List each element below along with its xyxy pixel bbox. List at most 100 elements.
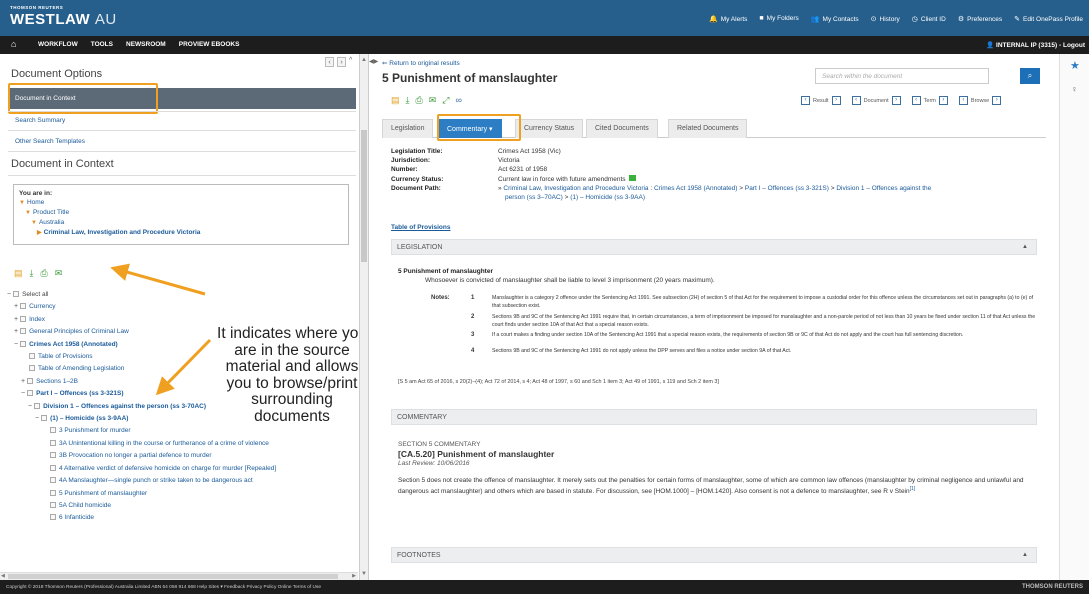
meta-value: Current law in force with future amendme… xyxy=(498,174,636,184)
user-label: INTERNAL IP (3315) - Logout xyxy=(996,42,1085,49)
doc-path-link[interactable]: Part I – Offences (ss 3-321S) xyxy=(745,185,829,192)
collapse-panel-icon[interactable]: ◀▶ xyxy=(369,58,378,65)
doc-path-link[interactable]: (1) – Homicide (ss 3-9AA) xyxy=(570,194,645,201)
thomson-reuters-label: THOMSON REUTERS xyxy=(10,5,64,10)
note-number: 4 xyxy=(471,348,475,354)
main-nav: ⌂ WORKFLOW TOOLS NEWSROOM PROVIEW EBOOKS 👤 … xyxy=(0,36,1089,54)
scroll-left-icon[interactable]: ◀ xyxy=(1,573,5,579)
document-view: ◀▶ ⇐ Return to original results 5 Punish… xyxy=(369,54,1059,580)
next-document-icon[interactable]: › xyxy=(891,96,901,105)
search-button[interactable]: ⌕ xyxy=(1020,68,1040,84)
meta-key: Legislation Title: xyxy=(391,148,443,155)
last-review: Last Review: 10/06/2016 xyxy=(398,460,470,467)
footnote-ref[interactable]: [1] xyxy=(910,486,916,492)
doc-path-link[interactable]: Division 1 – Offences against the xyxy=(836,185,931,192)
next-term-icon[interactable]: › xyxy=(938,96,948,105)
green-flag-icon xyxy=(628,174,636,181)
arrow-to-toolbar xyxy=(110,263,206,296)
collapse-caret-icon[interactable]: ▲ xyxy=(1022,552,1028,558)
scroll-up-arrow-icon[interactable]: ▲ xyxy=(361,57,367,63)
scroll-right-icon[interactable]: ▶ xyxy=(352,573,356,579)
westlaw-logo[interactable]: WESTLAW AU xyxy=(10,11,117,28)
doc-path-link[interactable]: Crimes Act 1958 (Annotated) xyxy=(654,185,737,192)
commentary-heading: [CA.5.20] Punishment of manslaughter xyxy=(398,448,555,459)
edit-icon: ✎ xyxy=(1014,16,1021,23)
history-icon: ⊙ xyxy=(870,16,877,23)
document-pager: ‹ Result › ‹ Document › ‹ Term › ‹ Brows… xyxy=(801,96,1002,105)
tab-cited-documents[interactable]: Cited Documents xyxy=(586,119,658,138)
meta-key: Number: xyxy=(391,166,418,174)
prev-document-icon[interactable]: ‹ xyxy=(851,96,861,105)
scroll-down-arrow-icon[interactable]: ▼ xyxy=(361,571,367,577)
right-rail: ★ ♀ xyxy=(1059,54,1089,580)
prev-browse-icon[interactable]: ‹ xyxy=(958,96,968,105)
prev-term-icon[interactable]: ‹ xyxy=(911,96,921,105)
top-header: THOMSON REUTERS WESTLAW AU 🔔 My Alerts ■ My… xyxy=(0,0,1089,36)
commentary-paragraph: Section 5 does not create the offence of… xyxy=(398,476,1024,496)
left-panel-scrollbar[interactable]: ▲ ▼ xyxy=(360,54,369,580)
fullscreen-icon[interactable]: ⤢ xyxy=(442,95,449,106)
header-link-history[interactable]: ⊙ History xyxy=(871,15,900,23)
note-number: 3 xyxy=(471,332,475,338)
annotation-arrows xyxy=(110,263,212,396)
annotation-text: It indicates where you are in the source… xyxy=(217,325,360,425)
note-text: If a court makes a finding under section… xyxy=(492,332,964,338)
browse-label: Browse xyxy=(970,97,990,104)
doc-path-link[interactable]: Criminal Law, Investigation and Procedur… xyxy=(503,185,648,192)
tab-currency-status[interactable]: Currency Status xyxy=(515,119,584,138)
header-link-preferences[interactable]: ⚙ Preferences xyxy=(958,15,1002,23)
table-of-provisions-link[interactable]: Table of Provisions xyxy=(391,224,450,231)
notes-label: Notes: xyxy=(431,295,450,301)
collapse-caret-icon[interactable]: ▲ xyxy=(1022,244,1028,250)
meta-value: Act 6231 of 1958 xyxy=(498,166,548,174)
bell-icon: 🔔 xyxy=(708,16,718,23)
nav-item-tools[interactable]: TOOLS xyxy=(91,41,113,48)
doc-path-link[interactable]: person (ss 3–70AC) xyxy=(505,194,563,201)
commentary-section-header[interactable]: COMMENTARY xyxy=(391,409,1037,425)
next-result-icon[interactable]: › xyxy=(831,96,841,105)
header-link-my-folders[interactable]: ■ My Folders xyxy=(759,15,798,23)
lightbulb-icon[interactable]: ♀ xyxy=(1071,84,1078,94)
note-number: 2 xyxy=(471,314,475,320)
hscroll-thumb[interactable] xyxy=(8,574,338,579)
print-icon[interactable]: ⎙ xyxy=(416,95,423,106)
brand-name: WESTLAW xyxy=(10,11,91,28)
left-horizontal-scrollbar[interactable]: ◀ ▶ xyxy=(0,572,358,580)
nav-item-workflow[interactable]: WORKFLOW xyxy=(38,41,78,48)
tab-legislation[interactable]: Legislation xyxy=(382,119,434,138)
header-link-edit-onepass-profile[interactable]: ✎ Edit OnePass Profile xyxy=(1014,15,1083,23)
arrow-to-tree xyxy=(155,338,212,396)
legislation-section-header[interactable]: LEGISLATION ▲ xyxy=(391,239,1037,255)
nav-items: WORKFLOW TOOLS NEWSROOM PROVIEW EBOOKS xyxy=(38,41,239,48)
search-within-input[interactable]: Search within the document xyxy=(815,68,989,84)
header-link-my-alerts[interactable]: 🔔 My Alerts xyxy=(709,15,747,23)
commentary-body: SECTION 5 COMMENTARY [CA.5.20] Punishmen… xyxy=(398,440,1038,497)
link-icon[interactable]: ∞ xyxy=(455,95,461,106)
scrollbar-thumb[interactable] xyxy=(361,130,367,262)
folder-add-icon[interactable]: ▤ xyxy=(391,95,400,106)
note-text: Manslaughter is a category 2 offence und… xyxy=(492,295,1034,309)
meta-value: Crimes Act 1958 (Vic) xyxy=(498,148,561,155)
prev-result-icon[interactable]: ‹ xyxy=(801,96,810,105)
user-logout[interactable]: 👤 INTERNAL IP (3315) - Logout xyxy=(986,41,1085,49)
download-icon[interactable]: ⤓ xyxy=(406,95,410,106)
user-icon: 👤 xyxy=(986,42,997,49)
footnotes-section-header[interactable]: FOOTNOTES ▲ xyxy=(391,547,1037,563)
gear-icon: ⚙ xyxy=(957,16,965,23)
amendment-history: [S 5 am Act 65 of 2016, s 20(2)–(4); Act… xyxy=(398,379,719,385)
section-heading: 5 Punishment of manslaughter xyxy=(398,268,493,275)
return-to-results-link[interactable]: ⇐ Return to original results xyxy=(382,59,460,67)
home-icon[interactable]: ⌂ xyxy=(11,39,16,49)
nav-item-proview-ebooks[interactable]: PROVIEW EBOOKS xyxy=(179,41,240,48)
star-icon[interactable]: ★ xyxy=(1070,59,1080,72)
tab-related-documents[interactable]: Related Documents xyxy=(668,119,748,138)
next-browse-icon[interactable]: › xyxy=(992,96,1002,105)
header-links: 🔔 My Alerts ■ My Folders 👥 My Contacts ⊙ Histor… xyxy=(709,15,1083,23)
document-options-panel: ‹ › ^ Document Options Document in Conte… xyxy=(0,54,360,580)
email-icon[interactable]: ✉ xyxy=(429,95,437,106)
header-link-my-contacts[interactable]: 👥 My Contacts xyxy=(811,15,859,23)
document-toolbar: ▤ ⤓ ⎙ ✉ ⤢ ∞ xyxy=(391,95,462,106)
document-label: Document xyxy=(863,97,889,104)
nav-item-newsroom[interactable]: NEWSROOM xyxy=(126,41,166,48)
header-link-client-id[interactable]: ◷ Client ID xyxy=(912,15,946,23)
